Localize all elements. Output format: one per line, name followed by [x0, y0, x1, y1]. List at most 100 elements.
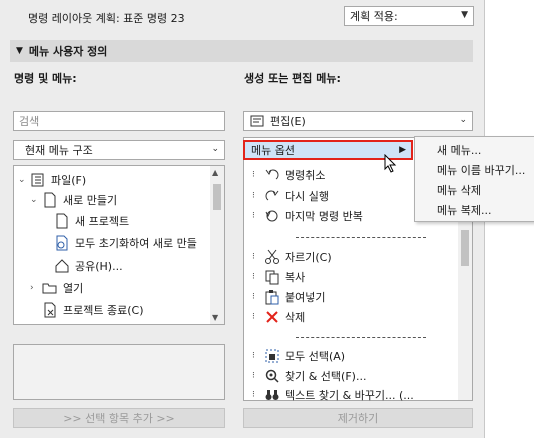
command-label: 복사 — [285, 271, 306, 284]
popup-item-new-menu[interactable]: 새 메뉴... — [437, 142, 481, 158]
delete-x-icon — [264, 309, 280, 325]
command-label: 다시 실행 — [285, 190, 329, 203]
drag-dot-icon: ⁝ — [252, 351, 255, 361]
cmd-undo[interactable]: ⁝ 명령취소 — [252, 166, 325, 184]
tree-item-label: 파일(F) — [51, 174, 87, 187]
command-label: 텍스트 찾기 & 바꾸기... (... — [285, 389, 414, 402]
menu-options-popup: 새 메뉴... 메뉴 이름 바꾸기... 메뉴 삭제 메뉴 복제... — [414, 136, 534, 222]
command-label: 모두 선택(A) — [285, 350, 346, 363]
preview-box — [13, 344, 225, 400]
scissors-icon — [264, 249, 280, 265]
tree-item-file[interactable]: ⌄ 파일(F) — [18, 171, 86, 189]
menu-folder-icon — [249, 113, 265, 129]
menu-separator[interactable] — [296, 337, 426, 338]
redo-icon — [264, 188, 280, 204]
popup-item-duplicate-menu[interactable]: 메뉴 복제... — [437, 202, 491, 218]
chevron-down-icon: ⌄ — [18, 175, 26, 185]
chevron-down-icon: ▼ — [461, 10, 468, 20]
tree-item-label: 열기 — [63, 282, 84, 295]
undo-icon — [264, 167, 280, 183]
cmd-copy[interactable]: ⁝ 복사 — [252, 268, 305, 286]
scrollbar-thumb[interactable] — [461, 230, 469, 266]
file-menu-icon — [30, 172, 46, 188]
menu-options-label: 메뉴 옵션 — [251, 144, 295, 157]
drag-dot-icon: ⁝ — [252, 292, 255, 302]
cmd-cut[interactable]: ⁝ 자르기(C) — [252, 248, 332, 266]
cmd-select-all[interactable]: ⁝ 모두 선택(A) — [252, 347, 345, 365]
tree-item-new-project[interactable]: 새 프로젝트 — [54, 212, 129, 230]
drag-dot-icon: ⁝ — [252, 211, 255, 221]
tree-item-label: 프로젝트 종료(C) — [63, 304, 144, 317]
find-select-icon — [264, 368, 280, 384]
close-project-icon — [42, 302, 58, 318]
drag-dot-icon: ⁝ — [252, 312, 255, 322]
cmd-paste[interactable]: ⁝ 붙여넣기 — [252, 288, 325, 306]
drag-dot-icon: ⁝ — [252, 191, 255, 201]
command-label: 명령취소 — [285, 169, 326, 182]
drag-dot-icon: ⁝ — [252, 371, 255, 381]
command-label: 찾기 & 선택(F)... — [285, 370, 367, 383]
cmd-repeat-last[interactable]: ⁝ 마지막 명령 반복 — [252, 207, 363, 225]
search-input[interactable]: 검색 — [13, 111, 225, 131]
section-title: 메뉴 사용자 정의 — [28, 45, 108, 58]
chevron-down-icon: ⌄ — [30, 195, 38, 205]
copy-icon — [264, 269, 280, 285]
chevron-down-icon: ⌄ — [459, 115, 467, 125]
command-label: 자르기(C) — [285, 251, 332, 264]
tree-item-share[interactable]: 공유(H)... — [54, 257, 123, 275]
tree-item-new[interactable]: ⌄ 새로 만들기 — [30, 191, 117, 209]
menu-structure-dropdown[interactable]: 현재 메뉴 구조 ⌄ — [13, 140, 225, 160]
tree-item-open[interactable]: › 열기 — [30, 279, 83, 297]
scroll-up-icon[interactable]: ▲ — [212, 168, 218, 177]
binoculars-icon — [264, 387, 280, 403]
new-document-icon — [42, 192, 58, 208]
tree-item-close-project[interactable]: 프로젝트 종료(C) — [42, 301, 143, 319]
command-label: 붙여넣기 — [285, 291, 326, 304]
drag-dot-icon: ⁝ — [252, 390, 255, 400]
structure-select-value: 현재 메뉴 구조 — [25, 144, 93, 157]
cmd-delete[interactable]: ⁝ 삭제 — [252, 308, 305, 326]
remove-button[interactable]: 제거하기 — [243, 408, 473, 428]
reset-new-icon — [54, 235, 70, 251]
tree-item-label: 모두 초기화하여 새로 만들 — [75, 237, 197, 250]
cmd-find-select[interactable]: ⁝ 찾기 & 선택(F)... — [252, 367, 366, 385]
tree-item-label: 공유(H)... — [75, 260, 123, 273]
menu-tree-list[interactable]: ⌄ 파일(F) ⌄ 새로 만들기 새 프로젝트 모두 초기화하여 새로 만들 공… — [13, 165, 225, 325]
scroll-down-icon[interactable]: ▼ — [212, 313, 218, 322]
cmd-find-replace-text[interactable]: ⁝ 텍스트 찾기 & 바꾸기... (... — [252, 386, 414, 404]
paste-icon — [264, 289, 280, 305]
scrollbar-thumb[interactable] — [213, 184, 221, 210]
drag-dot-icon: ⁝ — [252, 252, 255, 262]
select-all-icon — [264, 348, 280, 364]
share-house-icon — [54, 258, 70, 274]
cmd-redo[interactable]: ⁝ 다시 실행 — [252, 187, 329, 205]
mouse-pointer-icon — [384, 153, 398, 177]
create-edit-menu-heading: 생성 또는 편집 메뉴: — [244, 72, 341, 85]
search-placeholder: 검색 — [19, 115, 40, 128]
add-selected-button[interactable]: >> 선택 항목 추가 >> — [13, 408, 225, 428]
open-folder-icon — [42, 280, 58, 296]
drag-dot-icon: ⁝ — [252, 272, 255, 282]
menu-customize-section-header[interactable]: ▼ 메뉴 사용자 정의 — [10, 40, 473, 62]
popup-item-delete-menu[interactable]: 메뉴 삭제 — [437, 182, 481, 198]
command-scheme-label: 명령 레이아웃 계획: 표준 명령 23 — [28, 12, 185, 25]
new-project-icon — [54, 213, 70, 229]
apply-scheme-dropdown[interactable]: 계획 적용: ▼ — [344, 6, 474, 26]
tree-item-label: 새로 만들기 — [63, 194, 118, 207]
tree-scrollbar[interactable]: ▲ ▼ — [210, 166, 224, 324]
repeat-icon — [264, 208, 280, 224]
submenu-arrow-icon: ▶ — [399, 145, 406, 155]
menu-separator[interactable] — [296, 237, 426, 238]
chevron-right-icon: › — [30, 283, 34, 293]
drag-dot-icon: ⁝ — [252, 170, 255, 180]
commands-menus-heading: 명령 및 메뉴: — [14, 72, 77, 85]
popup-item-rename-menu[interactable]: 메뉴 이름 바꾸기... — [437, 162, 525, 178]
apply-scheme-label: 계획 적용: — [350, 10, 398, 23]
tree-item-reset-new[interactable]: 모두 초기화하여 새로 만들 — [54, 234, 197, 252]
tree-item-label: 새 프로젝트 — [75, 215, 130, 228]
menu-select-dropdown[interactable]: 편집(E) ⌄ — [243, 111, 473, 131]
command-label: 삭제 — [285, 311, 306, 324]
chevron-down-icon: ⌄ — [211, 144, 219, 154]
collapse-triangle-icon: ▼ — [16, 46, 23, 56]
menu-select-value: 편집(E) — [270, 115, 306, 128]
